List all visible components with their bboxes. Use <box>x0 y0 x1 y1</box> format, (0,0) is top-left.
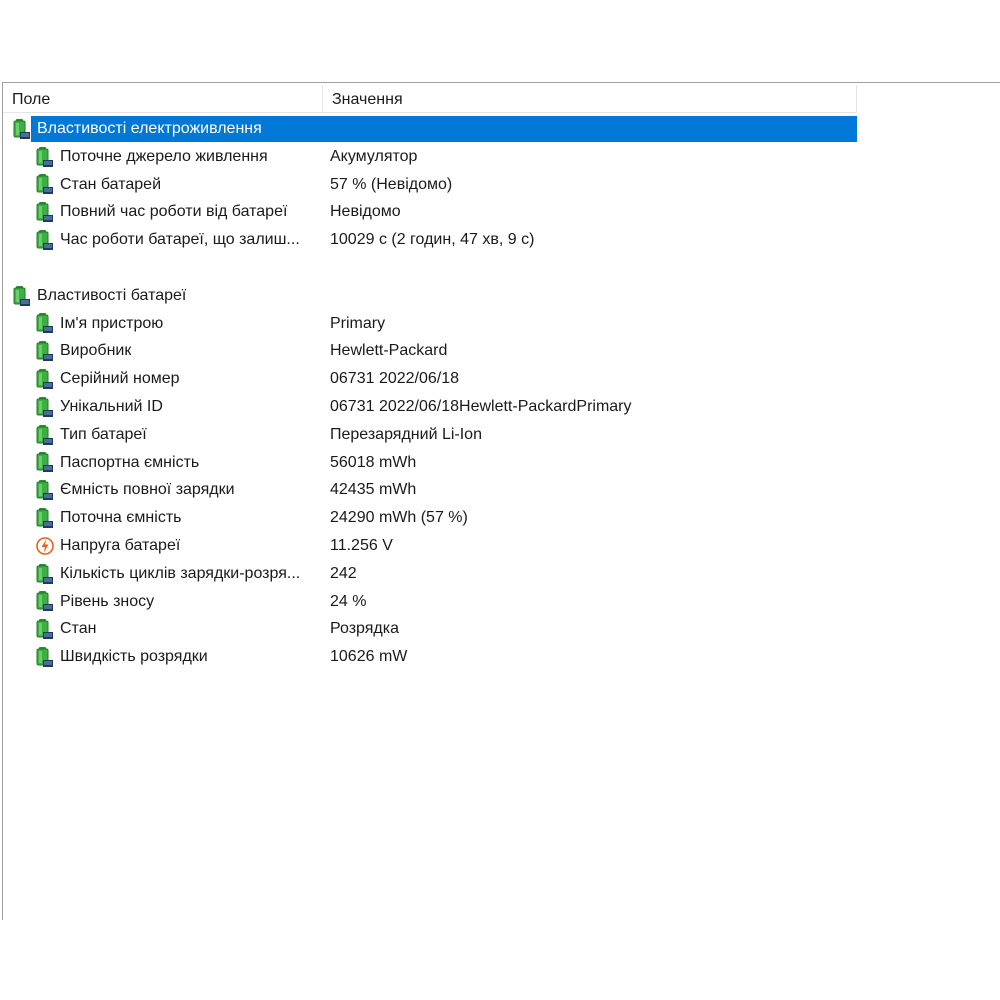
list-header: Поле Значення <box>3 85 857 113</box>
field-label: Напруга батареї <box>60 536 181 554</box>
field-value: Акумулятор <box>330 147 418 165</box>
field-value: 06731 2022/06/18Hewlett-PackardPrimary <box>330 397 632 415</box>
field-value: 10029 с (2 годин, 47 хв, 9 с) <box>330 231 535 249</box>
group-field: Властивості електроживлення <box>13 115 262 143</box>
battery-icon <box>36 646 54 668</box>
item-field: Швидкість розрядки <box>36 643 208 671</box>
item-field: Час роботи батареї, що залиш... <box>36 226 300 254</box>
item-field: Стан <box>36 615 96 643</box>
field-label: Швидкість розрядки <box>60 648 208 666</box>
list-item[interactable]: Ємність повної зарядки 42435 mWh <box>3 476 857 504</box>
list-item[interactable]: Напруга батареї 11.256 V <box>3 532 857 560</box>
item-field: Унікальний ID <box>36 393 163 421</box>
list-item[interactable]: Поточна ємність 24290 mWh (57 %) <box>3 504 857 532</box>
field-value: 11.256 V <box>330 536 393 554</box>
field-label: Час роботи батареї, що залиш... <box>60 231 300 249</box>
battery-icon <box>36 618 54 640</box>
item-field: Ємність повної зарядки <box>36 476 235 504</box>
field-value: 24 % <box>330 592 367 610</box>
field-label: Повний час роботи від батареї <box>60 203 288 221</box>
list-item[interactable]: Тип батареї Перезарядний Li-Ion <box>3 421 857 449</box>
row-spacer <box>3 254 857 282</box>
field-label: Стан батарей <box>60 175 162 193</box>
battery-icon <box>36 312 54 334</box>
field-label: Поточна ємність <box>60 509 182 527</box>
field-value: 42435 mWh <box>330 481 417 499</box>
list-item[interactable]: Паспортна ємність 56018 mWh <box>3 449 857 477</box>
list-item[interactable]: Повний час роботи від батареї Невідомо <box>3 198 857 226</box>
field-value: 10626 mW <box>330 648 408 666</box>
group-field: Властивості батареї <box>13 282 186 310</box>
battery-icon <box>36 590 54 612</box>
battery-icon <box>36 201 54 223</box>
list-item[interactable]: Виробник Hewlett-Packard <box>3 337 857 365</box>
field-label: Серійний номер <box>60 370 180 388</box>
battery-icon <box>36 340 54 362</box>
field-label: Рівень зносу <box>60 592 155 610</box>
item-field: Серійний номер <box>36 365 180 393</box>
field-label: Поточне джерело живлення <box>60 147 268 165</box>
group-row-1[interactable]: Властивості батареї <box>3 282 857 310</box>
field-value: Перезарядний Li-Ion <box>330 425 482 443</box>
field-value: 06731 2022/06/18 <box>330 370 460 388</box>
field-label: Стан <box>60 620 97 638</box>
voltage-icon <box>36 535 54 557</box>
field-label: Унікальний ID <box>60 397 163 415</box>
battery-icon <box>13 118 31 140</box>
field-value: 56018 mWh <box>330 453 417 471</box>
item-field: Рівень зносу <box>36 588 154 616</box>
item-field: Тип батареї <box>36 421 147 449</box>
battery-icon <box>36 173 54 195</box>
battery-icon <box>36 563 54 585</box>
field-value: 24290 mWh (57 %) <box>330 509 468 527</box>
item-field: Кількість циклів зарядки-розря... <box>36 560 300 588</box>
field-value: Розрядка <box>330 620 399 638</box>
list-item[interactable]: Поточне джерело живлення Акумулятор <box>3 143 857 171</box>
item-field: Повний час роботи від батареї <box>36 198 287 226</box>
list-item[interactable]: Стан батарей 57 % (Невідомо) <box>3 171 857 199</box>
item-field: Ім'я пристрою <box>36 310 163 338</box>
column-header-value[interactable]: Значення <box>323 85 857 113</box>
group-title: Властивості електроживлення <box>37 120 262 137</box>
field-label: Паспортна ємність <box>60 453 200 471</box>
field-label: Кількість циклів зарядки-розря... <box>60 564 301 582</box>
item-field: Поточна ємність <box>36 504 181 532</box>
group-row-0[interactable]: Властивості електроживлення <box>3 115 857 143</box>
list-item[interactable]: Швидкість розрядки 10626 mW <box>3 643 857 671</box>
item-field: Паспортна ємність <box>36 449 199 477</box>
battery-icon <box>36 424 54 446</box>
list-item[interactable]: Ім'я пристрою Primary <box>3 310 857 338</box>
field-value: Primary <box>330 314 386 332</box>
list-rows: Властивості електроживлення Поточне джере… <box>3 115 857 671</box>
battery-icon <box>36 229 54 251</box>
list-item[interactable]: Стан Розрядка <box>3 615 857 643</box>
battery-icon <box>36 479 54 501</box>
list-item[interactable]: Час роботи батареї, що залиш... 10029 с (… <box>3 226 857 254</box>
field-value: Невідомо <box>330 203 401 221</box>
battery-icon <box>36 368 54 390</box>
field-label: Тип батареї <box>60 425 147 443</box>
battery-icon <box>13 285 31 307</box>
column-header-field[interactable]: Поле <box>3 85 323 113</box>
battery-icon <box>36 146 54 168</box>
battery-icon <box>36 507 54 529</box>
field-value: 242 <box>330 564 357 582</box>
list-item[interactable]: Кількість циклів зарядки-розря... 242 <box>3 560 857 588</box>
properties-list-view[interactable]: Поле Значення Властивості електроживленн… <box>2 82 1000 920</box>
field-value: 57 % (Невідомо) <box>330 175 453 193</box>
list-item[interactable]: Серійний номер 06731 2022/06/18 <box>3 365 857 393</box>
item-field: Стан батарей <box>36 171 161 199</box>
field-label: Виробник <box>60 342 132 360</box>
field-value: Hewlett-Packard <box>330 342 448 360</box>
field-label: Ємність повної зарядки <box>60 481 235 499</box>
battery-icon <box>36 396 54 418</box>
group-title: Властивості батареї <box>37 286 187 304</box>
list-item[interactable]: Рівень зносу 24 % <box>3 588 857 616</box>
item-field: Поточне джерело живлення <box>36 143 268 171</box>
battery-icon <box>36 451 54 473</box>
item-field: Напруга батареї <box>36 532 180 560</box>
list-item[interactable]: Унікальний ID 06731 2022/06/18Hewlett-Pac… <box>3 393 857 421</box>
item-field: Виробник <box>36 337 131 365</box>
field-label: Ім'я пристрою <box>60 314 164 332</box>
